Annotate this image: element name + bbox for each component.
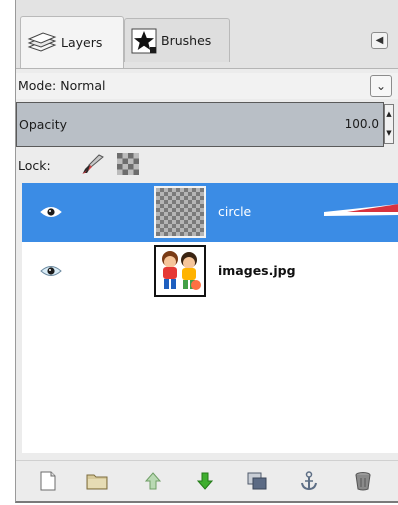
brushes-star-icon [131,28,157,54]
layer-thumbnail-cartoon-kids [154,245,206,297]
visibility-eye-icon[interactable] [40,264,62,282]
chevron-down-icon[interactable]: ⌄ [370,75,392,97]
lock-alpha-icon[interactable] [117,153,139,179]
duplicate-layer-icon[interactable] [245,469,269,493]
layers-toolbar [16,460,398,501]
lock-pixels-brush-icon[interactable] [79,153,105,179]
spin-up-icon[interactable]: ▲ [385,105,393,124]
opacity-value: 100.0 [344,117,379,131]
anchor-layer-icon[interactable] [297,469,321,493]
delete-layer-icon[interactable] [351,469,375,493]
tab-menu-icon[interactable]: ◀ [371,32,388,49]
layer-name[interactable]: circle [218,204,251,219]
layer-list[interactable]: circle images.jpg [22,183,398,453]
tab-layers[interactable]: Layers [20,16,124,68]
dock-tab-bar: Layers Brushes ◀ [16,0,398,69]
mode-select[interactable]: Mode: Normal ⌄ [16,73,398,99]
new-layer-icon[interactable] [36,469,60,493]
tab-layers-label: Layers [61,35,103,50]
layer-thumbnail-transparent [154,186,206,238]
visibility-eye-icon[interactable] [40,205,62,223]
raise-layer-icon[interactable] [141,469,165,493]
layer-name[interactable]: images.jpg [218,263,296,278]
layers-dock-panel: Layers Brushes ◀ Mode: Normal ⌄ Opacity … [15,0,398,503]
opacity-slider[interactable]: Opacity 100.0 [16,102,384,147]
tab-brushes[interactable]: Brushes [124,18,230,62]
lock-row: Lock: [16,150,398,178]
pointer-arrow-icon [322,193,398,237]
new-layer-group-icon[interactable] [85,469,109,493]
opacity-spinner[interactable]: ▲ ▼ [384,104,394,144]
opacity-label: Opacity [19,117,68,132]
spin-down-icon[interactable]: ▼ [385,124,393,143]
layers-icon [27,31,57,55]
lock-label: Lock: [18,158,51,173]
layer-row-circle[interactable]: circle [22,183,398,242]
layer-row-images[interactable]: images.jpg [22,242,398,301]
lower-layer-icon[interactable] [193,469,217,493]
mode-label: Mode: Normal [18,78,106,93]
tab-brushes-label: Brushes [161,33,212,48]
